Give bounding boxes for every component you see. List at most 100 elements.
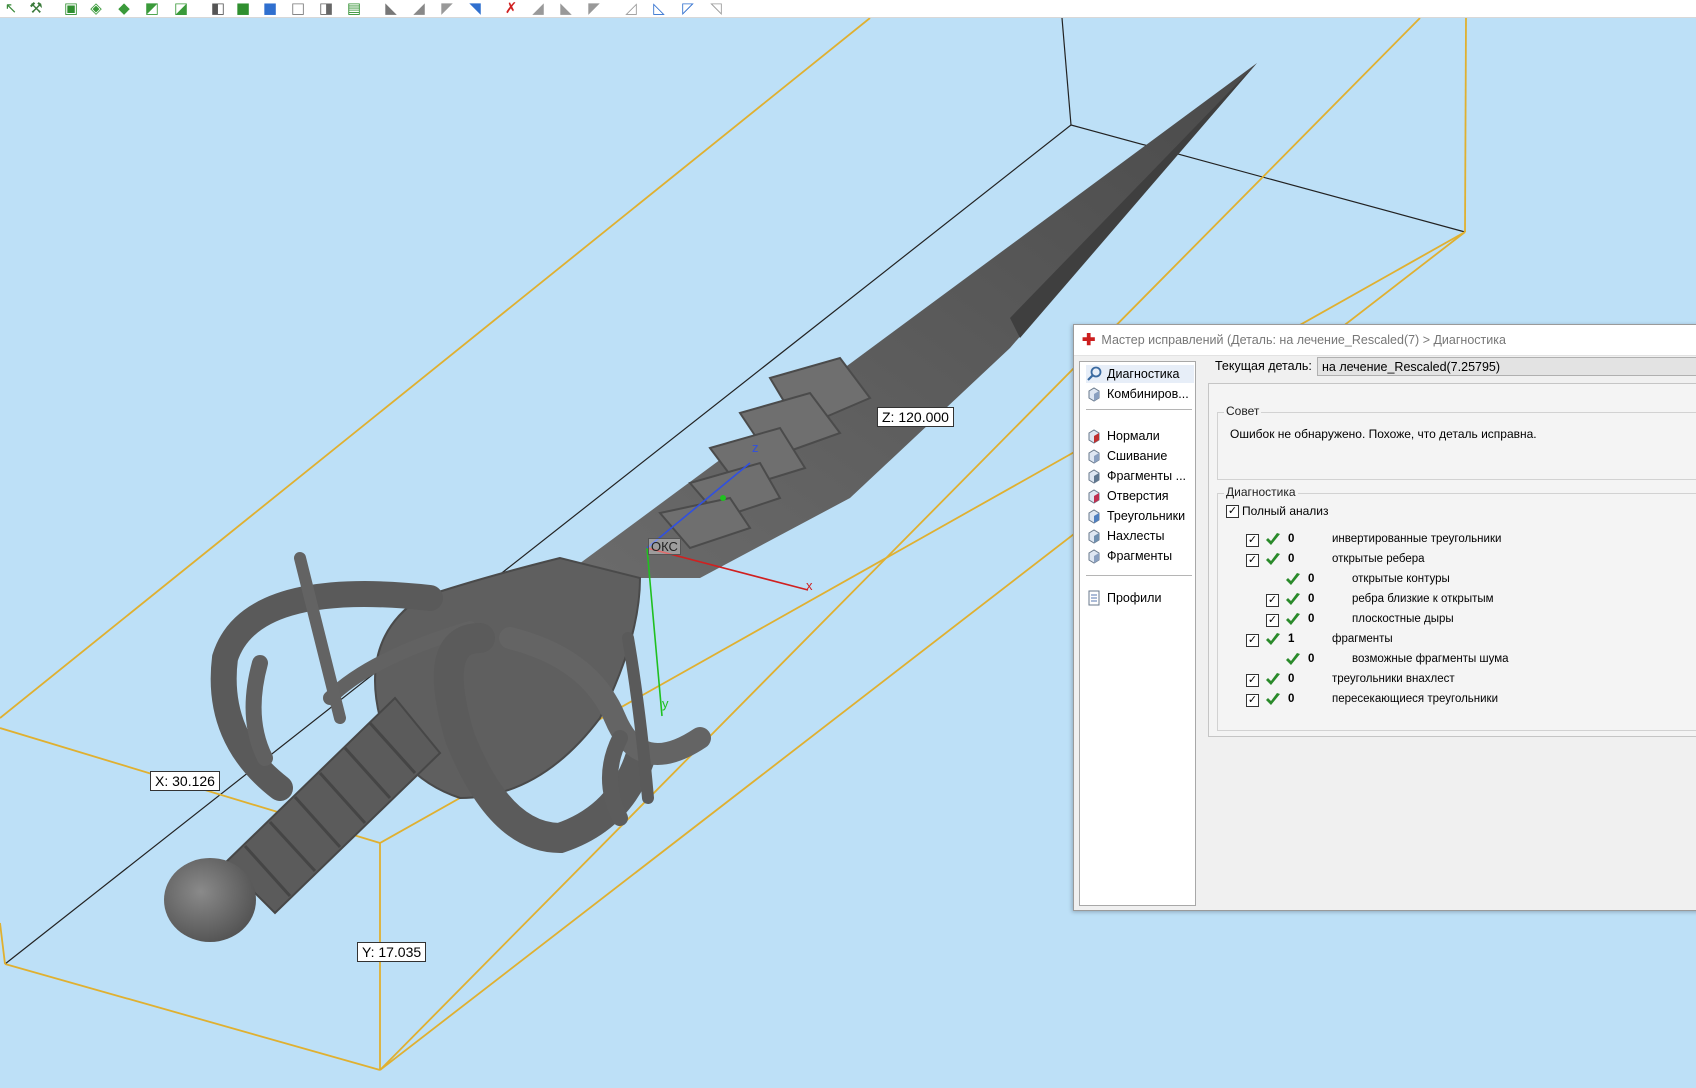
pommel (164, 858, 256, 942)
toolbar-button-part-green[interactable]: ■ (232, 0, 254, 16)
toolbar-button-edge-blue[interactable]: ◺ (648, 0, 670, 16)
diagnostic-label: открытые контуры (1352, 573, 1450, 585)
diagnostic-checkbox[interactable]: ✓ (1246, 554, 1259, 567)
toolbar-button-triangle-select[interactable]: ◣ (380, 0, 402, 16)
diagnostics-group: Диагностика ✓ Полный анализ ✓ 0 инвертиров… (1217, 485, 1696, 731)
part-grey-icon: ◨ (318, 0, 334, 16)
diagnostic-label: открытые ребера (1332, 553, 1425, 565)
toolbar-button-mark-triangle[interactable]: ◩ (141, 0, 163, 16)
dimension-z-label: Z: 120.000 (877, 407, 954, 427)
advice-group: Совет Ошибок не обнаружено. Похоже, что … (1217, 404, 1696, 480)
toolbar-button-edge[interactable]: ◿ (620, 0, 642, 16)
toolbar-button-wand[interactable]: ⚒ (25, 0, 47, 16)
nav-item-label: Диагностика (1107, 367, 1180, 381)
nav-separator (1086, 409, 1192, 410)
nav-item-5[interactable]: Отверстия (1086, 487, 1194, 505)
nav-item-label: Фрагменты ... (1107, 469, 1187, 483)
diagnostic-label: фрагменты (1332, 633, 1393, 645)
triangle-grey4-icon: ◤ (588, 0, 600, 16)
toolbar-button-edge-grey[interactable]: ◹ (705, 0, 727, 16)
nav-item-label: Треугольники (1107, 509, 1186, 523)
toolbar-button-mark-shell[interactable]: ◈ (85, 0, 107, 16)
nav-item-9[interactable]: Профили (1086, 589, 1194, 607)
diagnostic-count: 0 (1288, 533, 1295, 545)
part-blue-icon: ■ (262, 0, 278, 16)
green-check-icon (1285, 652, 1301, 668)
triangle-white-icon: ◤ (441, 0, 453, 16)
nav-item-8[interactable]: Фрагменты (1086, 547, 1194, 565)
toolbar-button-triangle-grey[interactable]: ◢ (408, 0, 430, 16)
nav-item-1[interactable]: Комбиниров... (1086, 385, 1194, 403)
triangle-select-icon: ◣ (385, 0, 397, 16)
nav-item-0[interactable]: Диагностика (1086, 365, 1194, 383)
z-axis-label: z (752, 440, 759, 455)
current-part-field[interactable]: на лечение_Rescaled(7.25795) (1317, 357, 1696, 376)
nav-item-label: Комбиниров... (1107, 387, 1189, 401)
dialog-titlebar[interactable]: ✚ Мастер исправлений (Деталь: на лечение… (1074, 325, 1696, 356)
nav-item-label: Отверстия (1107, 489, 1169, 503)
mark-shell-icon: ◈ (90, 0, 102, 16)
nav-item-7[interactable]: Нахлесты (1086, 527, 1194, 545)
diagnostic-checkbox[interactable]: ✓ (1266, 614, 1279, 627)
full-analysis-checkbox[interactable]: ✓ (1226, 505, 1239, 518)
nav-item-label: Профили (1107, 591, 1162, 605)
green-check-icon (1265, 552, 1281, 568)
repair-wizard-dialog: ✚ Мастер исправлений (Деталь: на лечение… (1073, 324, 1696, 911)
diagnostic-count: 0 (1308, 653, 1315, 665)
part-green-icon: ■ (235, 0, 251, 16)
diagnostic-checkbox[interactable]: ✓ (1246, 694, 1259, 707)
toolbar-button-part-white[interactable]: □ (287, 0, 309, 16)
toolbar-button-mark-plane[interactable]: ◆ (113, 0, 135, 16)
wand-icon: ⚒ (29, 0, 43, 16)
diagnostic-checkbox[interactable]: ✓ (1266, 594, 1279, 607)
toolbar-button-mark-expand[interactable]: ◪ (170, 0, 192, 16)
diagnostic-count: 0 (1308, 573, 1315, 585)
nav-item-label: Нахлесты (1107, 529, 1165, 543)
nav-item-3[interactable]: Сшивание (1086, 447, 1194, 465)
green-check-icon (1265, 692, 1281, 708)
toolbar-button-triangle-grey3[interactable]: ◣ (555, 0, 577, 16)
part-new-icon: ◧ (210, 0, 226, 16)
nav-item-label: Сшивание (1107, 449, 1168, 463)
toolbar-button-part-stack[interactable]: ▤ (343, 0, 365, 16)
toolbar-button-select[interactable]: ↖ (0, 0, 22, 16)
diagnostic-count: 0 (1308, 593, 1315, 605)
advice-title: Совет (1224, 404, 1262, 418)
nav-item-2[interactable]: Нормали (1086, 427, 1194, 445)
green-check-icon (1265, 632, 1281, 648)
diagnostic-checkbox[interactable]: ✓ (1246, 534, 1259, 547)
edge-blue-icon: ◺ (653, 0, 665, 16)
stitch-icon (1086, 448, 1102, 464)
mark-triangle-icon: ◩ (144, 0, 160, 16)
nav-item-4[interactable]: Фрагменты ... (1086, 467, 1194, 485)
diagnostic-count: 1 (1288, 633, 1295, 645)
mark-expand-icon: ◪ (173, 0, 189, 16)
nav-separator (1086, 575, 1192, 576)
toolbar: ↖ ⚒ ▣ ◈ ◆ ◩ ◪ ◧ ■ ■ □ ◨ ▤ ◣ ◢ ◤ ◥ ✗ ◢ ◣ ◤ ◿ ◺ ◸ ◹ (0, 0, 1696, 18)
toolbar-button-edge-blue2[interactable]: ◸ (677, 0, 699, 16)
green-check-icon (1265, 532, 1281, 548)
dialog-title: Мастер исправлений (Деталь: на лечение_R… (1101, 333, 1506, 347)
nav-item-6[interactable]: Треугольники (1086, 507, 1194, 525)
toolbar-button-triangle-white[interactable]: ◤ (436, 0, 458, 16)
triangle-blue-icon: ◥ (469, 0, 481, 16)
edge-icon: ◿ (625, 0, 637, 16)
toolbar-button-part-new[interactable]: ◧ (207, 0, 229, 16)
toolbar-button-delete-triangles[interactable]: ✗ (500, 0, 522, 16)
diagnostic-checkbox[interactable]: ✓ (1246, 634, 1259, 647)
toolbar-button-part-grey[interactable]: ◨ (315, 0, 337, 16)
toolbar-button-triangle-grey2[interactable]: ◢ (527, 0, 549, 16)
toolbar-button-mark-surface[interactable]: ▣ (60, 0, 82, 16)
triangle-grey3-icon: ◣ (560, 0, 572, 16)
toolbar-button-triangle-grey4[interactable]: ◤ (583, 0, 605, 16)
diagnostic-checkbox[interactable]: ✓ (1246, 674, 1259, 687)
x-axis-label: x (806, 578, 813, 593)
holes-icon (1086, 488, 1102, 504)
toolbar-button-triangle-blue[interactable]: ◥ (464, 0, 486, 16)
part-white-icon: □ (290, 0, 306, 16)
normals-icon (1086, 428, 1102, 444)
toolbar-button-part-blue[interactable]: ■ (259, 0, 281, 16)
diagnostic-count: 0 (1308, 613, 1315, 625)
triangle-grey-icon: ◢ (413, 0, 425, 16)
diagnostic-count: 0 (1288, 673, 1295, 685)
